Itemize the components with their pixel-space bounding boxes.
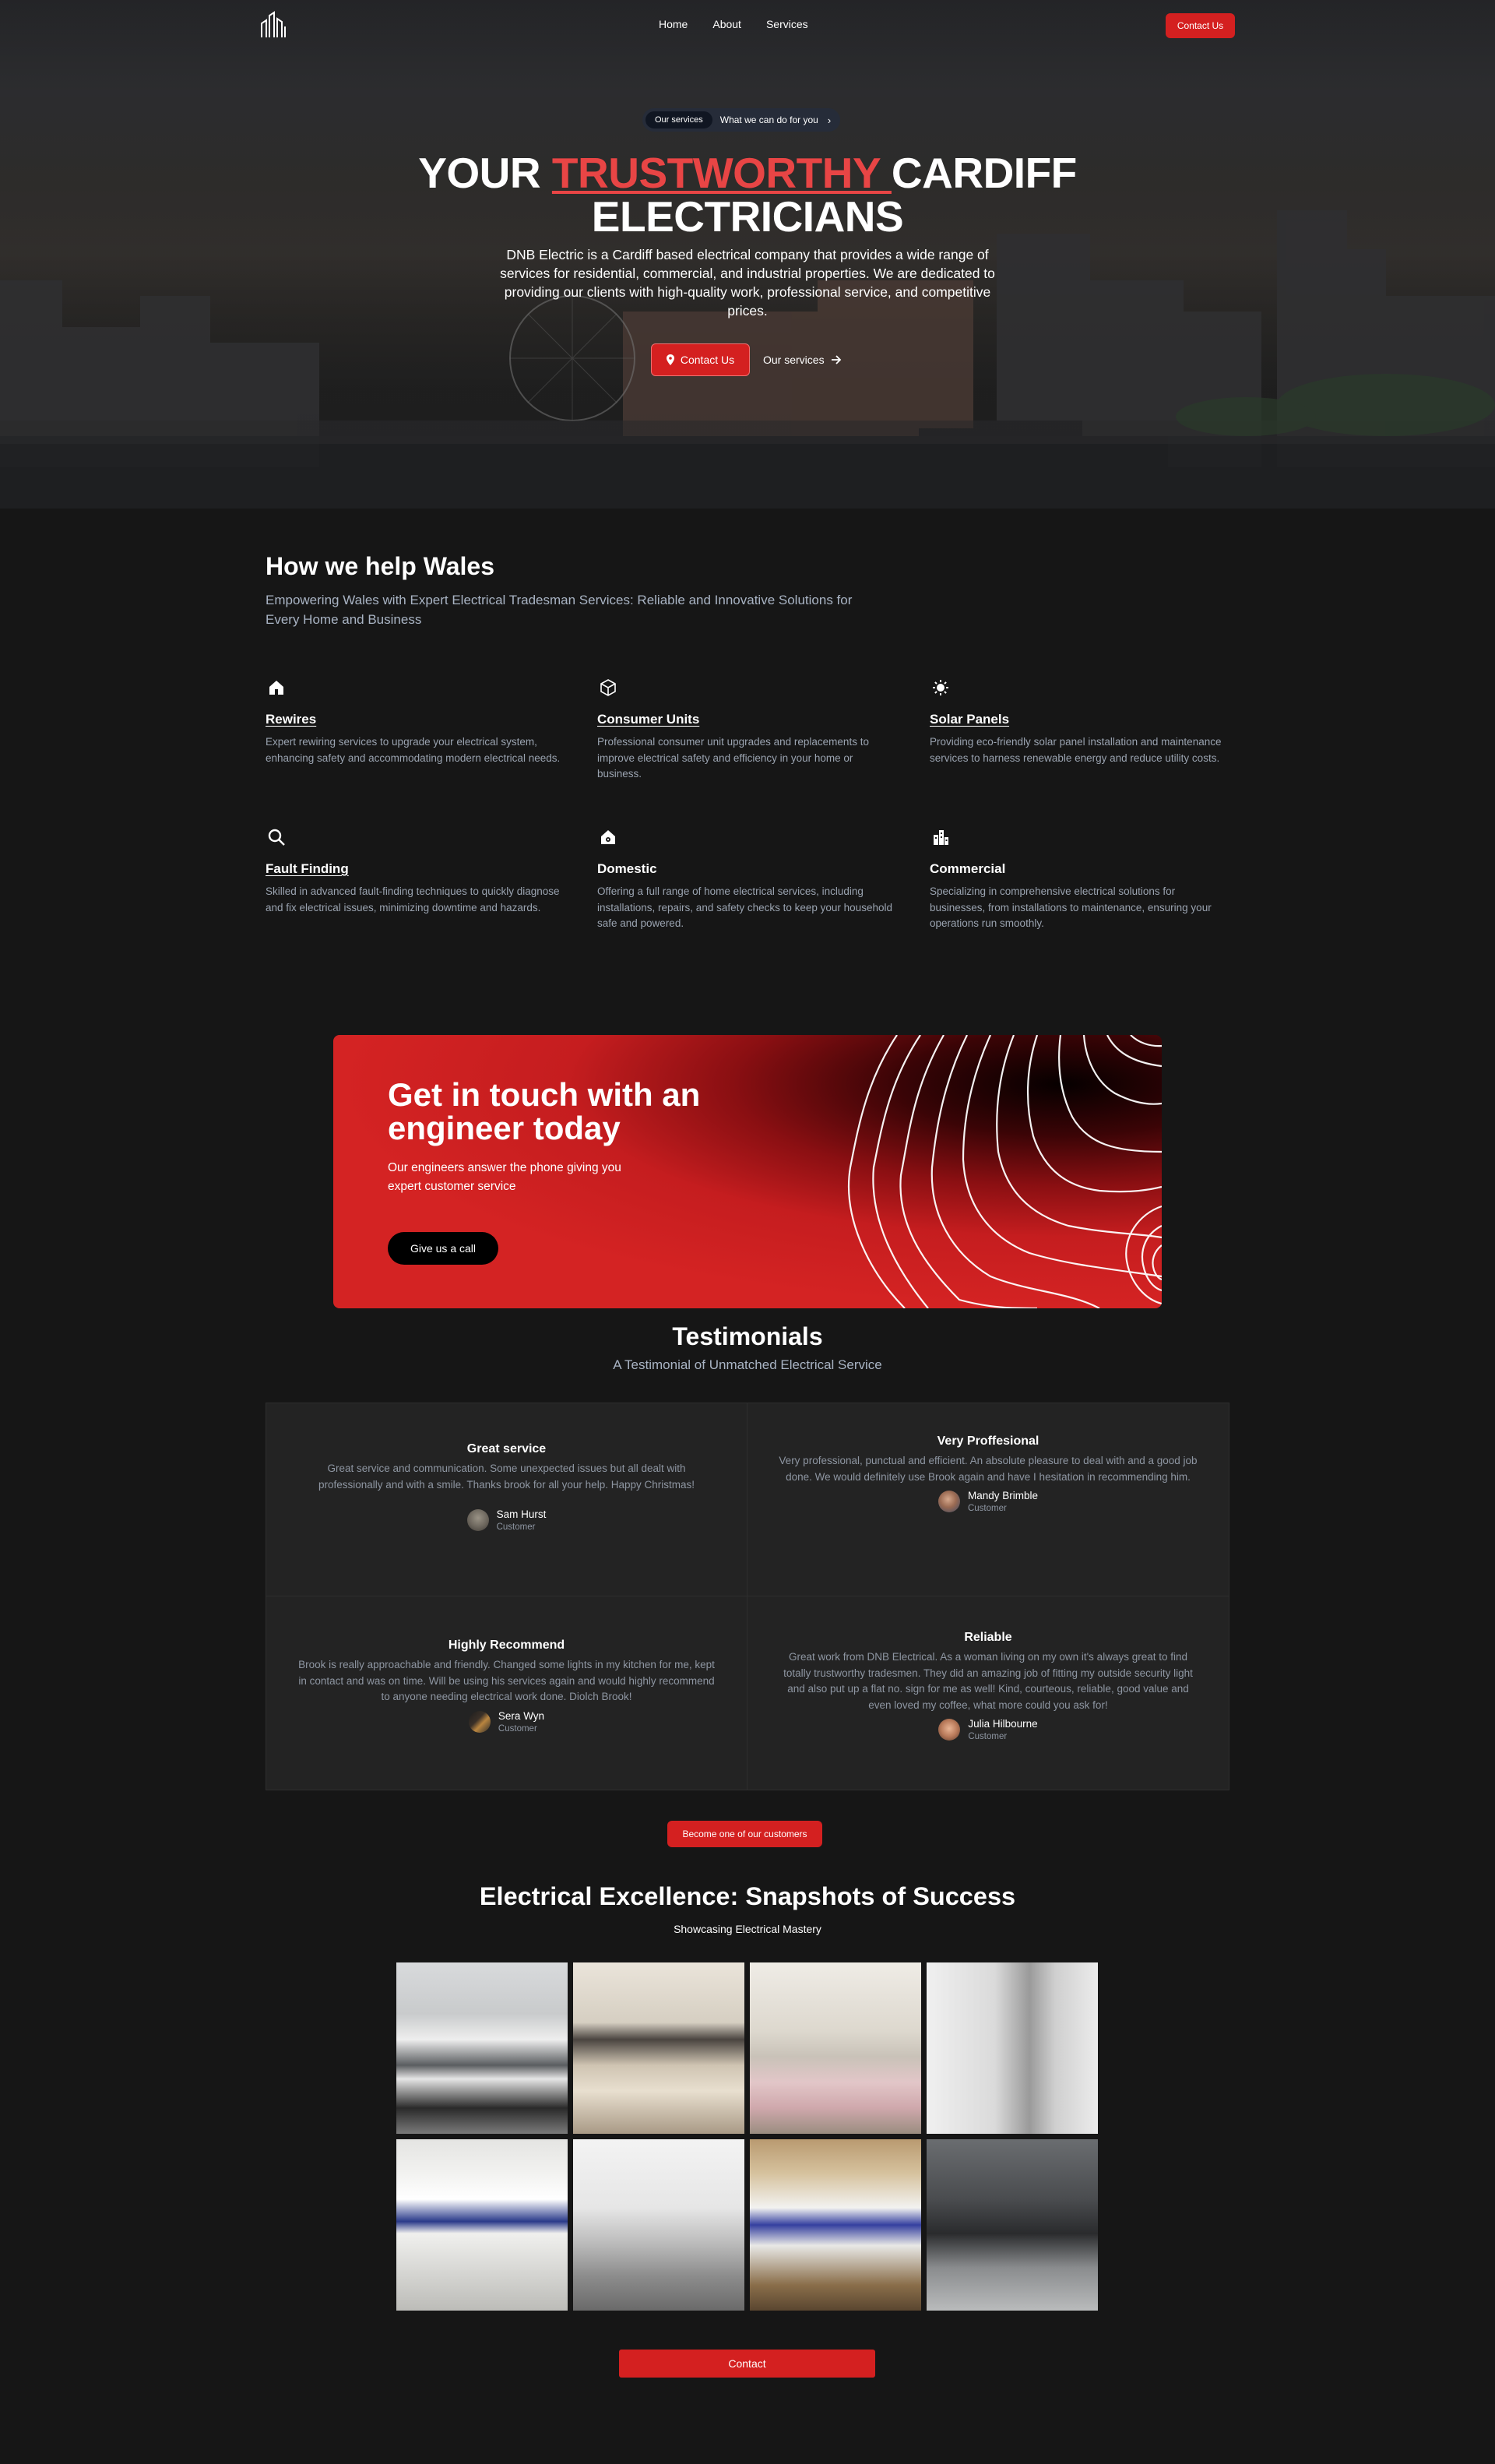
hero-title-accent: TRUSTWORTHY [551,149,892,197]
kitchen-photo[interactable] [396,1962,568,2134]
nav-link-services[interactable]: Services [766,18,808,30]
help-subtitle: Empowering Wales with Expert Electrical … [266,593,853,627]
hero-subtitle: DNB Electric is a Cardiff based electric… [500,247,995,319]
service-consumer-units: Consumer Units Professional consumer uni… [597,677,893,783]
service-title[interactable]: Solar Panels [930,712,1226,727]
service-title: Domestic [597,861,657,876]
become-customer-button[interactable]: Become one of our customers [667,1821,822,1847]
testimonial-card: Very Proffesional Very professional, pun… [748,1403,1229,1596]
sun-icon [930,677,952,699]
service-domestic: Domestic Offering a full range of home e… [597,826,893,932]
author-name: Sam Hurst [496,1508,547,1520]
testimonial-card: Highly Recommend Brook is really approac… [266,1596,748,1790]
service-desc: Providing eco-friendly solar panel insta… [930,736,1222,764]
author-role: Customer [968,1732,1008,1741]
testimonials-grid: Great service Great service and communic… [266,1403,1229,1790]
service-title[interactable]: Fault Finding [266,861,561,877]
testimonial-title: Great service [466,1442,547,1456]
testimonial-title: Highly Recommend [448,1639,565,1652]
help-title: How we help Wales [266,552,494,580]
service-desc: Specializing in comprehensive electrical… [930,885,1212,929]
avatar [468,1710,491,1733]
testimonial-text: Great service and communication. Some un… [318,1463,695,1491]
author-name: Mandy Brimble [967,1490,1039,1501]
bedroom-photo[interactable] [750,1962,921,2134]
testimonial-title: Very Proffesional [937,1434,1039,1448]
service-desc: Expert rewiring services to upgrade your… [266,736,561,764]
service-title[interactable]: Rewires [266,712,561,727]
testimonial-card: Great service Great service and communic… [266,1403,748,1596]
hero-contact-button[interactable]: Contact Us [651,343,750,376]
testimonial-author: Sera Wyn Customer [297,1710,716,1734]
gallery-title: Electrical Excellence: Snapshots of Succ… [479,1882,1016,1910]
gallery-subtitle: Showcasing Electrical Mastery [674,1923,821,1935]
nav-link-about[interactable]: About [712,18,741,30]
service-solar-panels: Solar Panels Providing eco-friendly sola… [930,677,1226,766]
gallery-contact-button[interactable]: Contact [619,2350,875,2378]
testimonial-text: Brook is really approachable and friendl… [298,1659,715,1702]
service-desc: Skilled in advanced fault-finding techni… [266,885,560,913]
arrow-right-icon [831,355,841,364]
author-role: Customer [496,1522,536,1532]
buildings-icon [930,826,952,848]
home-icon [266,677,287,699]
hero-contact-label: Contact Us [680,354,735,366]
testimonials-subtitle: A Testimonial of Unmatched Electrical Se… [613,1357,882,1372]
top-nav: Home About Services Contact Us [0,0,1495,51]
cube-icon [597,677,619,699]
testimonials-section: Testimonials A Testimonial of Unmatched … [0,1035,1495,1859]
author-name: Julia Hilbourne [968,1718,1038,1730]
service-fault-finding: Fault Finding Skilled in advanced fault-… [266,826,561,916]
service-commercial: Commercial Specializing in comprehensive… [930,826,1226,932]
author-name: Sera Wyn [498,1709,545,1722]
author-role: Customer [498,1723,537,1734]
nav-contact-button[interactable]: Contact Us [1166,13,1235,38]
hero-services-label: Our services [763,354,825,366]
hero-title: YOUR TRUSTWORTHY CARDIFF ELECTRICIANS [358,151,1137,238]
author-info: Sam Hurst Customer [497,1508,547,1532]
house-gear-icon [597,826,619,848]
fuse-board-photo[interactable] [750,2139,921,2311]
empty-room-photo[interactable] [573,2139,744,2311]
dnb-logo-icon[interactable] [259,11,290,39]
hero-section: Home About Services Contact Us Our servi… [0,0,1495,509]
testimonial-text: Great work from DNB Electrical. As a wom… [783,1651,1193,1711]
testimonial-card: Reliable Great work from DNB Electrical.… [748,1596,1229,1790]
pill-text: What we can do for you [719,114,818,125]
services-pill[interactable]: Our services What we can do for you › [642,108,841,132]
nav-link-home[interactable]: Home [659,18,688,30]
testimonial-author: Julia Hilbourne Customer [779,1718,1198,1741]
hallway-photo[interactable] [927,1962,1098,2134]
search-icon [266,826,287,848]
testimonial-author: Mandy Brimble Customer [779,1490,1198,1513]
author-info: Mandy Brimble Customer [968,1490,1038,1513]
avatar [938,1719,961,1741]
author-info: Sera Wyn Customer [498,1710,544,1734]
gallery-grid [396,1962,1099,2311]
consumer-unit-photo[interactable] [396,2139,568,2311]
avatar [466,1509,489,1531]
hero-title-pre: YOUR [418,149,552,197]
testimonial-text: Very professional, punctual and efficien… [779,1455,1198,1483]
how-we-help-section: How we help Wales Empowering Wales with … [0,509,1495,1035]
service-rewires: Rewires Expert rewiring services to upgr… [266,677,561,766]
service-desc: Professional consumer unit upgrades and … [597,736,869,780]
testimonial-author: Sam Hurst Customer [297,1508,716,1532]
service-desc: Offering a full range of home electrical… [597,885,892,929]
testimonials-title: Testimonials [672,1322,823,1350]
chevron-right-icon: › [827,114,832,126]
author-role: Customer [967,1504,1007,1513]
living-room-photo[interactable] [573,1962,744,2134]
pill-tag: Our services [645,111,712,128]
service-title[interactable]: Consumer Units [597,712,893,727]
nav-links: Home About Services [659,18,808,30]
testimonial-title: Reliable [964,1631,1012,1644]
author-info: Julia Hilbourne Customer [968,1718,1037,1741]
avatar [937,1491,960,1512]
hero-services-link[interactable]: Our services [763,351,842,368]
service-title: Commercial [930,861,1006,876]
map-pin-icon [666,354,674,365]
gallery-section: Electrical Excellence: Snapshots of Succ… [0,1858,1495,2395]
dark-kitchen-photo[interactable] [927,2139,1098,2311]
